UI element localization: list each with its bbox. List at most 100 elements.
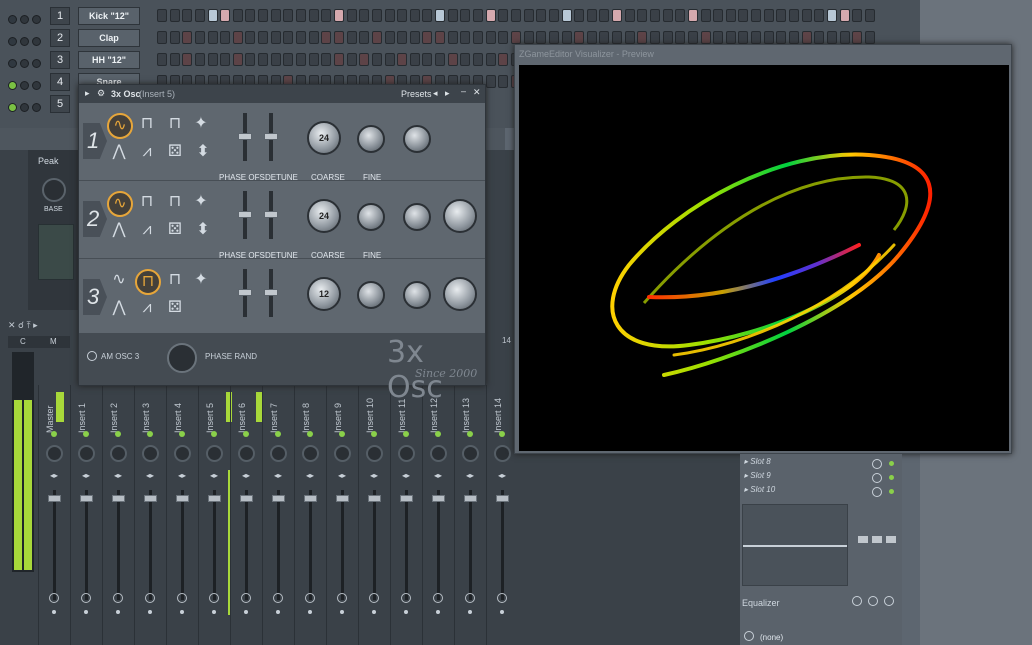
strip-led[interactable] [51,431,57,437]
fx-slot-8[interactable]: ▸ Slot 8 [744,457,898,471]
mixer-strip[interactable]: Insert 3 ◂▸ [134,385,165,645]
step-button[interactable] [157,31,167,44]
step-button[interactable] [738,31,749,44]
step-button[interactable] [258,9,269,22]
step-button[interactable] [447,9,458,22]
pan-knob[interactable] [46,445,63,462]
step-button[interactable] [649,9,660,22]
step-button[interactable] [296,53,307,66]
pan-knob[interactable] [270,445,287,462]
step-button[interactable] [194,53,205,66]
strip-led[interactable] [499,431,505,437]
preset-prev-icon[interactable]: ◂ [433,88,438,99]
strip-led[interactable] [275,431,281,437]
stereo-arrows-icon[interactable]: ◂▸ [498,471,506,480]
mute-knob-icon[interactable] [20,81,29,90]
stereo-arrows-icon[interactable]: ◂▸ [306,471,314,480]
volume-fader-handle[interactable] [400,495,413,502]
channel-row-1[interactable]: 1 Kick "12" [0,5,920,27]
step-button[interactable] [687,9,698,22]
step-button[interactable] [182,53,193,66]
eq-fader-handle[interactable] [886,536,896,543]
step-button[interactable] [826,9,837,22]
mute-knob-icon[interactable] [20,59,29,68]
strip-led[interactable] [371,431,377,437]
step-button[interactable] [586,31,597,44]
volume-fader-handle[interactable] [432,495,445,502]
random-wave-icon[interactable]: ⚄ [165,221,185,239]
step-button[interactable] [371,53,382,66]
triangle-wave-icon[interactable]: ⋀ [109,143,129,161]
pan-knob[interactable] [302,445,319,462]
square-wave-icon[interactable]: ⊓ [137,115,157,133]
step-sequencer[interactable] [157,9,917,23]
pan-knob-icon[interactable] [32,59,41,68]
osc-window[interactable]: ▸ ⚙ 3x Osc (Insert 5) Presets ◂ ▸ – ✕ 1 … [78,84,486,405]
step-button[interactable] [536,9,547,22]
step-button[interactable] [308,9,319,22]
volume-fader-track[interactable] [501,490,504,600]
step-button[interactable] [523,9,534,22]
mixer-strip[interactable]: Insert 10 ◂▸ [358,385,389,645]
sine-wave-icon[interactable]: ∿ [109,271,129,289]
step-button[interactable] [157,53,167,66]
eq-knob[interactable] [852,596,862,606]
detune-handle[interactable] [264,211,278,218]
channel-name-button[interactable]: HH "12" [78,51,140,69]
stereo-arrows-icon[interactable]: ◂▸ [114,471,122,480]
step-button[interactable] [599,9,610,22]
coarse-knob[interactable]: 24 [307,199,341,233]
clock-icon[interactable] [401,593,411,603]
step-button[interactable] [220,9,231,22]
channel-number[interactable]: 3 [50,51,70,69]
detune-handle[interactable] [264,133,278,140]
step-button[interactable] [371,31,382,44]
step-button[interactable] [422,9,433,22]
detune-handle[interactable] [264,289,278,296]
step-button[interactable] [359,9,370,22]
step-button[interactable] [409,9,420,22]
route-dot[interactable] [372,610,376,614]
pan-knob-icon[interactable] [32,15,41,24]
step-button[interactable] [763,31,774,44]
step-button[interactable] [826,31,837,44]
step-button[interactable] [510,9,521,22]
step-sequencer[interactable] [157,31,917,45]
volume-knob[interactable] [443,277,477,311]
step-button[interactable] [333,53,344,66]
step-button[interactable] [801,9,812,22]
step-button[interactable] [270,53,281,66]
phase-ofs-handle[interactable] [238,211,252,218]
step-button[interactable] [232,53,243,66]
stereo-phase-knob[interactable] [403,125,431,153]
step-button[interactable] [182,9,193,22]
step-button[interactable] [725,31,736,44]
coarse-knob[interactable]: 24 [307,121,341,155]
step-button[interactable] [675,9,686,22]
channel-led[interactable] [8,37,17,46]
step-button[interactable] [422,31,433,44]
mute-knob-icon[interactable] [20,103,29,112]
step-button[interactable] [700,31,711,44]
channel-led[interactable] [8,81,17,90]
step-button[interactable] [207,31,218,44]
strip-led[interactable] [83,431,89,437]
volume-fader-track[interactable] [373,490,376,600]
step-button[interactable] [751,31,762,44]
clock-icon[interactable] [273,593,283,603]
volume-fader-handle[interactable] [304,495,317,502]
step-button[interactable] [182,31,193,44]
triangle-wave-icon[interactable]: ⋀ [109,221,129,239]
pan-knob-icon[interactable] [32,37,41,46]
strip-led[interactable] [435,431,441,437]
pan-knob-icon[interactable] [32,103,41,112]
step-button[interactable] [308,53,319,66]
phase-ofs-handle[interactable] [238,289,252,296]
osc-titlebar[interactable]: ▸ ⚙ 3x Osc (Insert 5) Presets ◂ ▸ – ✕ [79,85,485,103]
eq-faders[interactable] [854,506,898,586]
volume-fader-track[interactable] [53,490,56,600]
mixer-strip[interactable]: Insert 1 ◂▸ [70,385,101,645]
mix-knob[interactable] [872,487,882,497]
channel-number[interactable]: 2 [50,29,70,47]
am-osc-toggle[interactable] [87,351,97,361]
